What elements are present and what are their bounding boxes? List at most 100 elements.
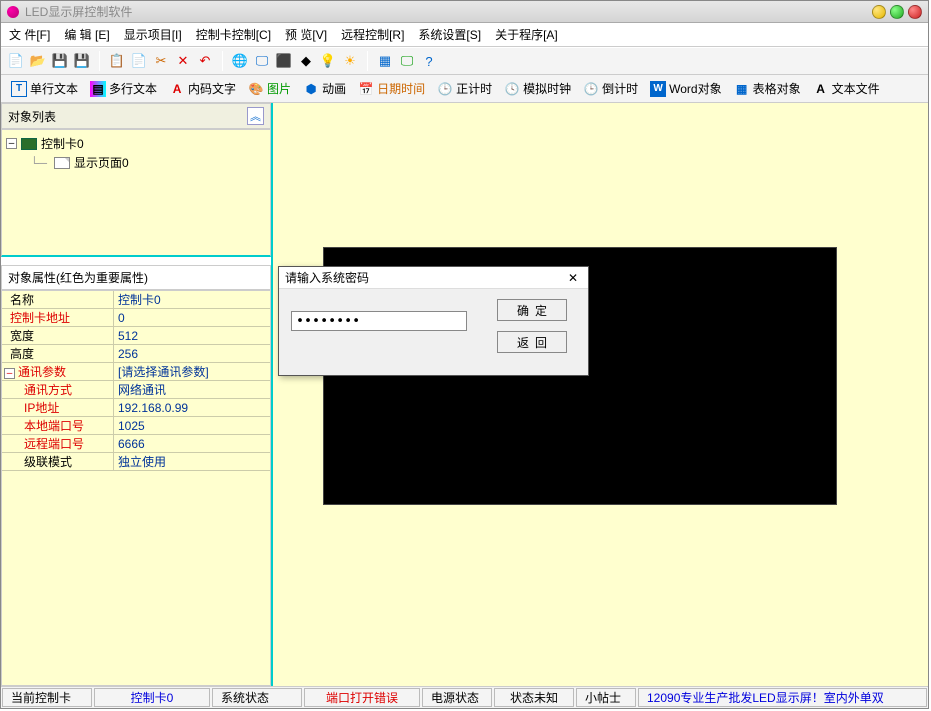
maximize-button[interactable] (890, 5, 904, 19)
property-row[interactable]: 宽度 512 (2, 327, 270, 345)
tree-root-label: 控制卡0 (41, 135, 84, 152)
screen-icon[interactable]: 🖵 (253, 52, 271, 70)
back-button[interactable]: 返回 (497, 331, 567, 353)
menu-display-items[interactable]: 显示项目[I] (124, 26, 182, 43)
property-row[interactable]: –通讯参数 [请选择通讯参数] (2, 363, 270, 381)
property-row[interactable]: 名称 控制卡0 (2, 291, 270, 309)
property-value[interactable]: 网络通讯 (114, 381, 270, 398)
clock-down-icon: 🕒 (583, 81, 599, 97)
clock-icon: 🕓 (504, 81, 520, 97)
new-icon[interactable]: 📄 (7, 52, 25, 70)
save-icon[interactable]: 💾 (51, 52, 69, 70)
lightbulb-icon[interactable]: 💡 (319, 52, 337, 70)
multitext-icon: ▤ (90, 81, 106, 97)
toolbar-insert: T单行文本 ▤多行文本 A内码文字 🎨图片 ⬢动画 📅日期时间 🕒正计时 🕓模拟… (1, 75, 928, 103)
single-text-button[interactable]: T单行文本 (7, 78, 82, 99)
property-value[interactable]: 控制卡0 (114, 291, 270, 308)
inner-text-button[interactable]: A内码文字 (165, 78, 240, 99)
property-key: 通讯参数 (18, 365, 66, 379)
property-value[interactable]: 6666 (114, 437, 270, 451)
undo-icon[interactable]: ↶ (196, 52, 214, 70)
tree-header: 对象列表 ︽ (1, 103, 271, 129)
menu-preview[interactable]: 预 览[V] (285, 26, 327, 43)
property-key: 本地端口号 (24, 419, 84, 433)
tree-root-row[interactable]: – 控制卡0 (6, 134, 266, 153)
calendar-icon: 📅 (358, 81, 374, 97)
property-value[interactable]: 0 (114, 311, 270, 325)
send-icon[interactable]: 🌐 (231, 52, 249, 70)
animation-icon: ⬢ (303, 81, 319, 97)
property-key: 名称 (10, 293, 34, 307)
property-value[interactable]: 512 (114, 329, 270, 343)
property-row[interactable]: 本地端口号 1025 (2, 417, 270, 435)
property-row[interactable]: 通讯方式 网络通讯 (2, 381, 270, 399)
property-row[interactable]: 高度 256 (2, 345, 270, 363)
menu-remote[interactable]: 远程控制[R] (341, 26, 404, 43)
minimize-button[interactable] (872, 5, 886, 19)
property-value[interactable]: 独立使用 (114, 453, 270, 470)
analog-clock-button[interactable]: 🕓模拟时钟 (500, 78, 575, 99)
property-key: 高度 (10, 347, 34, 361)
brightness-btn-icon[interactable]: ◆ (297, 52, 315, 70)
delete-icon[interactable]: ✕ (174, 52, 192, 70)
card-icon[interactable]: ▦ (376, 52, 394, 70)
font-icon: A (169, 81, 185, 97)
property-value[interactable]: [请选择通讯参数] (114, 363, 270, 380)
ok-button[interactable]: 确定 (497, 299, 567, 321)
menu-settings[interactable]: 系统设置[S] (418, 26, 481, 43)
paste-icon[interactable]: 📄 (130, 52, 148, 70)
password-input[interactable] (291, 311, 467, 331)
close-button[interactable] (908, 5, 922, 19)
multi-text-button[interactable]: ▤多行文本 (86, 78, 161, 99)
menu-card-control[interactable]: 控制卡控制[C] (196, 26, 271, 43)
stopwatch-button[interactable]: 🕒正计时 (433, 78, 496, 99)
object-tree[interactable]: – 控制卡0 └─ 显示页面0 (1, 129, 271, 257)
textfile-button[interactable]: A文本文件 (809, 78, 884, 99)
property-key: 通讯方式 (24, 383, 72, 397)
menu-about[interactable]: 关于程序[A] (495, 26, 558, 43)
monitor-icon[interactable]: 🖵 (398, 52, 416, 70)
menu-file[interactable]: 文 件[F] (9, 26, 50, 43)
text-icon: T (11, 81, 27, 97)
dialog-close-icon[interactable]: ✕ (564, 269, 582, 287)
prop-expand-icon[interactable]: – (4, 368, 15, 379)
palette-icon: 🎨 (248, 81, 264, 97)
collapse-icon[interactable]: ︽ (247, 107, 264, 125)
property-row[interactable]: 控制卡地址 0 (2, 309, 270, 327)
property-value[interactable]: 256 (114, 347, 270, 361)
tree-expand-icon[interactable]: – (6, 138, 17, 149)
clear-icon[interactable]: ⬛ (275, 52, 293, 70)
property-row[interactable]: 远程端口号 6666 (2, 435, 270, 453)
word-button[interactable]: WWord对象 (646, 78, 725, 99)
save-as-icon[interactable]: 💾 (73, 52, 91, 70)
left-panel: 对象列表 ︽ – 控制卡0 └─ 显示页面0 对象属性(红色为重要属性) 名称控… (1, 103, 273, 686)
titlebar: LED显示屏控制软件 (1, 1, 928, 23)
property-row[interactable]: 级联模式 独立使用 (2, 453, 270, 471)
open-icon[interactable]: 📂 (29, 52, 47, 70)
property-key: 宽度 (10, 329, 34, 343)
table-button[interactable]: ▦表格对象 (730, 78, 805, 99)
property-key: 级联模式 (24, 455, 72, 469)
animation-button[interactable]: ⬢动画 (299, 78, 350, 99)
cut-icon[interactable]: ✂ (152, 52, 170, 70)
status-tips: 12090专业生产批发LED显示屏！室内外单双 (638, 688, 927, 707)
property-title: 对象属性(红色为重要属性) (1, 265, 271, 290)
property-value[interactable]: 192.168.0.99 (114, 401, 270, 415)
status-power-label: 电源状态 (422, 688, 492, 707)
page-tree-icon (54, 157, 70, 169)
textfile-icon: A (813, 81, 829, 97)
help-icon[interactable]: ? (420, 52, 438, 70)
brightness-icon[interactable]: ☀ (341, 52, 359, 70)
image-button[interactable]: 🎨图片 (244, 78, 295, 99)
property-grid[interactable]: 名称控制卡0控制卡地址0宽度512高度256–通讯参数[请选择通讯参数]通讯方式… (1, 290, 271, 686)
property-row[interactable]: IP地址192.168.0.99 (2, 399, 270, 417)
tree-child-row[interactable]: └─ 显示页面0 (6, 153, 266, 172)
copy-icon[interactable]: 📋 (108, 52, 126, 70)
app-icon (7, 6, 19, 18)
menu-edit[interactable]: 编 辑 [E] (64, 26, 109, 43)
property-key: 远程端口号 (24, 437, 84, 451)
datetime-button[interactable]: 📅日期时间 (354, 78, 429, 99)
property-key: 控制卡地址 (10, 311, 70, 325)
property-value[interactable]: 1025 (114, 419, 270, 433)
countdown-button[interactable]: 🕒倒计时 (579, 78, 642, 99)
